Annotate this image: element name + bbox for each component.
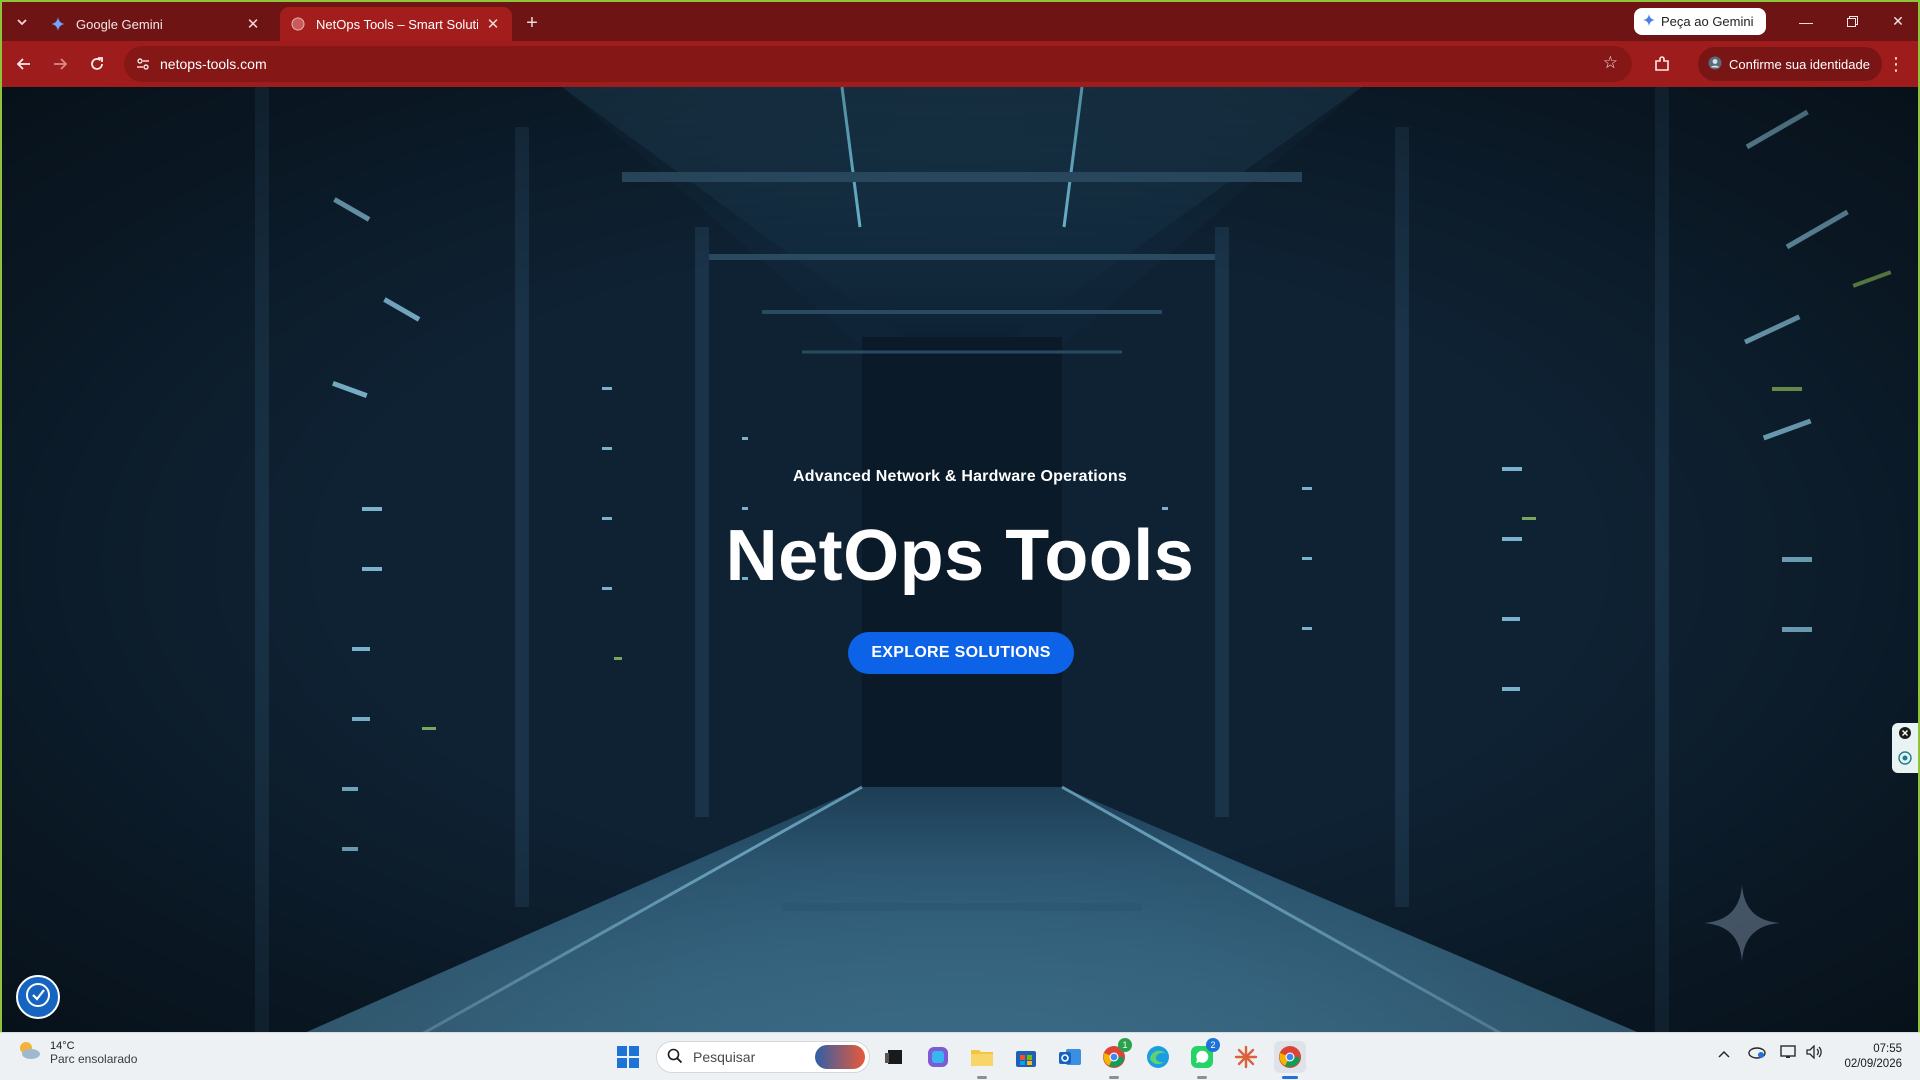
- close-window-icon[interactable]: ✕: [1880, 8, 1916, 35]
- chrome-icon-active[interactable]: [1274, 1041, 1306, 1079]
- file-explorer-icon[interactable]: [966, 1041, 998, 1079]
- close-tab-icon[interactable]: ✕: [244, 15, 262, 33]
- network-icon[interactable]: [1780, 1045, 1798, 1062]
- show-hidden-icons-chevron-icon[interactable]: [1718, 1047, 1730, 1062]
- whatsapp-icon[interactable]: 2: [1186, 1038, 1220, 1079]
- sparkle-decoration-icon: [1704, 885, 1780, 961]
- site-info-icon[interactable]: [132, 53, 154, 75]
- active-indicator: [1282, 1076, 1298, 1079]
- edge-icon[interactable]: [1142, 1041, 1174, 1073]
- windows-start-icon[interactable]: [612, 1041, 644, 1073]
- ask-gemini-label: Peça ao Gemini: [1661, 14, 1754, 29]
- bookmark-star-icon[interactable]: ☆: [1603, 53, 1618, 73]
- hero-section: Advanced Network & Hardware Operations N…: [2, 87, 1918, 1032]
- search-placeholder: Pesquisar: [693, 1049, 756, 1065]
- globe-icon: [290, 16, 306, 32]
- volume-icon[interactable]: [1806, 1044, 1824, 1062]
- search-highlight-image: [815, 1045, 865, 1069]
- minimize-icon[interactable]: —: [1788, 8, 1824, 35]
- web-page: Advanced Network & Hardware Operations N…: [2, 87, 1918, 1032]
- back-arrow-icon[interactable]: [10, 50, 38, 78]
- tab-title: NetOps Tools – Smart Solutions: [316, 16, 478, 32]
- microsoft-store-icon[interactable]: [1010, 1041, 1042, 1073]
- running-indicator: [1197, 1076, 1207, 1079]
- hero-title: NetOps Tools: [725, 516, 1195, 596]
- browser-window: Google Gemini ✕ NetOps Tools – Smart Sol…: [0, 0, 1920, 1032]
- search-icon: [667, 1048, 683, 1067]
- hero-subtitle: Advanced Network & Hardware Operations: [793, 468, 1127, 485]
- close-widget-icon[interactable]: [1898, 726, 1912, 745]
- explore-solutions-button[interactable]: EXPLORE SOLUTIONS: [848, 632, 1074, 674]
- close-tab-icon[interactable]: ✕: [484, 15, 502, 33]
- notification-badge: 2: [1206, 1038, 1220, 1052]
- windows-taskbar: 14°C Parc ensolarado Pesquisar 1 2 07:55…: [0, 1032, 1920, 1080]
- url-text: netops-tools.com: [160, 56, 267, 72]
- clock-date: 02/09/2026: [1844, 1058, 1902, 1070]
- weather-temp: 14°C: [50, 1039, 75, 1052]
- side-feedback-widget[interactable]: [1892, 723, 1918, 773]
- accessibility-button[interactable]: [16, 975, 60, 1019]
- restore-icon[interactable]: [1834, 8, 1870, 35]
- extensions-puzzle-icon[interactable]: [1648, 50, 1676, 78]
- notification-badge: 1: [1118, 1038, 1132, 1052]
- tab-strip: Google Gemini ✕ NetOps Tools – Smart Sol…: [2, 2, 1918, 41]
- forward-arrow-icon[interactable]: [46, 50, 74, 78]
- gemini-icon: [50, 16, 66, 32]
- new-tab-plus-icon[interactable]: +: [520, 11, 544, 35]
- tab-netops-tools[interactable]: NetOps Tools – Smart Solutions ✕: [280, 7, 512, 41]
- weather-sun-cloud-icon: [16, 1039, 42, 1066]
- ask-gemini-button[interactable]: Peça ao Gemini: [1634, 8, 1766, 35]
- address-bar[interactable]: netops-tools.com ☆: [124, 46, 1632, 82]
- running-indicator: [1109, 1076, 1119, 1079]
- weather-condition: Parc ensolarado: [50, 1051, 138, 1066]
- accessibility-icon: [25, 982, 51, 1013]
- widget-chat-icon[interactable]: [1898, 751, 1912, 770]
- copilot-app-icon[interactable]: [922, 1041, 954, 1073]
- reload-icon[interactable]: [83, 50, 111, 78]
- weather-widget[interactable]: 14°C Parc ensolarado: [16, 1039, 137, 1066]
- tab-search-chevron-icon[interactable]: [10, 10, 34, 34]
- taskbar-search-box[interactable]: Pesquisar: [656, 1041, 870, 1073]
- tab-google-gemini[interactable]: Google Gemini ✕: [40, 7, 272, 41]
- gemini-icon: [1643, 14, 1655, 29]
- profile-verify-button[interactable]: Confirme sua identidade: [1698, 47, 1882, 81]
- claude-app-icon[interactable]: [1230, 1041, 1262, 1073]
- tab-title: Google Gemini: [76, 16, 163, 32]
- more-menu-icon[interactable]: ⋮: [1884, 50, 1908, 78]
- chrome-profile-icon[interactable]: 1: [1098, 1038, 1132, 1079]
- clock-time: 07:55: [1873, 1043, 1902, 1055]
- profile-avatar-icon: [1708, 56, 1722, 73]
- running-indicator: [977, 1076, 987, 1079]
- outlook-icon[interactable]: [1054, 1041, 1086, 1073]
- profile-label: Confirme sua identidade: [1729, 56, 1870, 72]
- task-view-icon[interactable]: [878, 1041, 910, 1073]
- system-clock[interactable]: 07:55 02/09/2026: [1836, 1042, 1902, 1072]
- onedrive-icon[interactable]: [1748, 1045, 1766, 1062]
- browser-toolbar: netops-tools.com ☆ Confirme sua identida…: [2, 41, 1918, 87]
